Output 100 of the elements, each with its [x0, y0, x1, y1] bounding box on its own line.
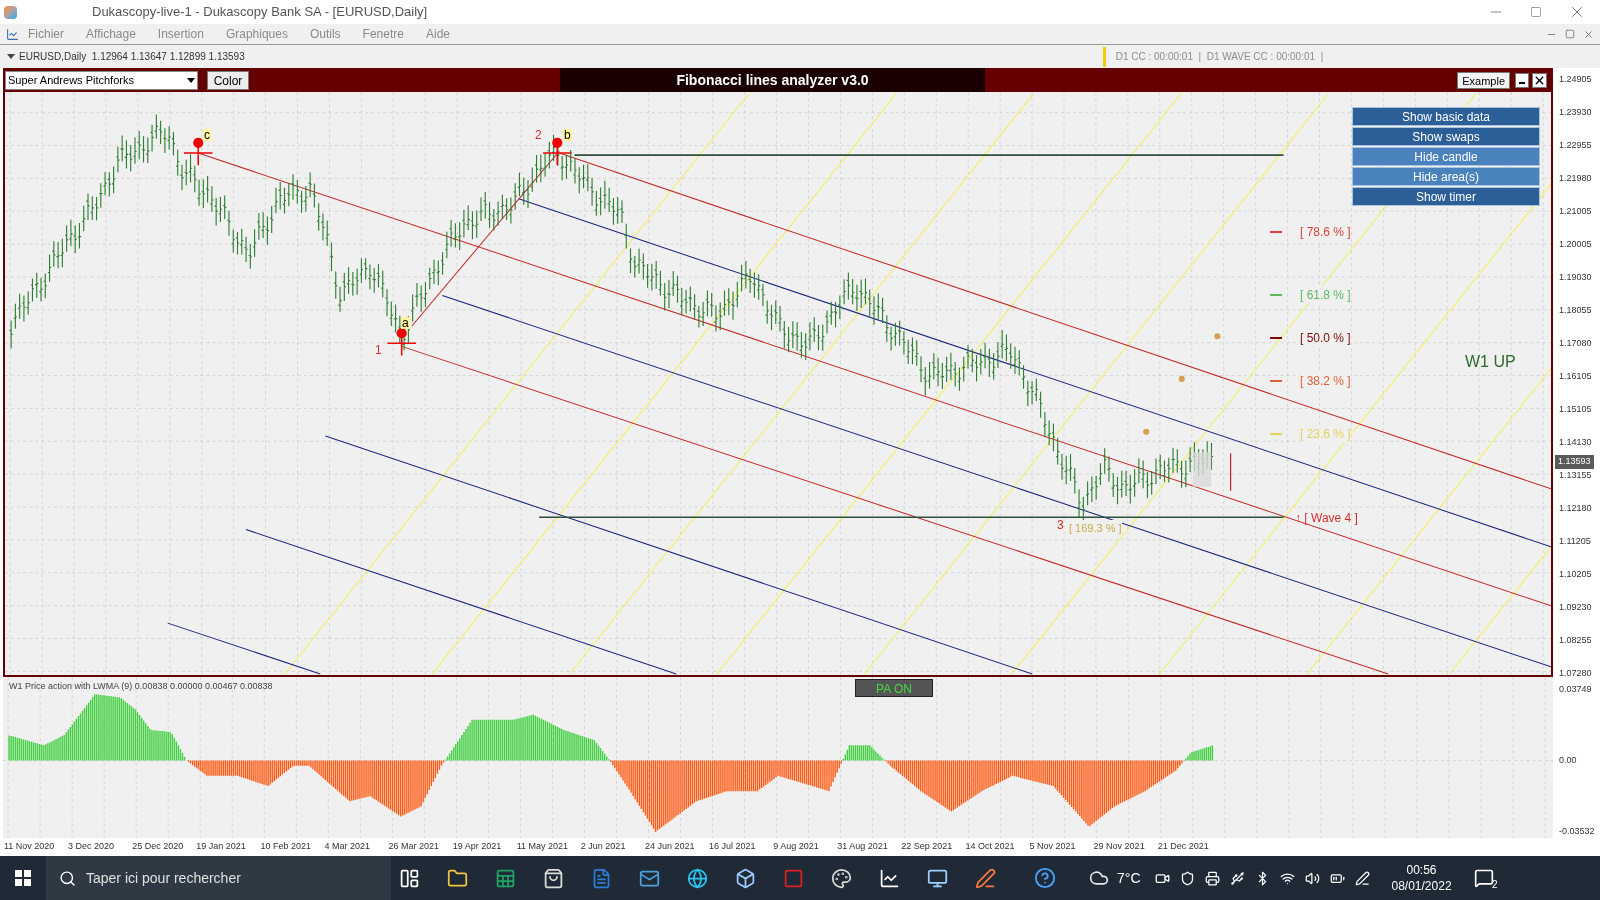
target-dot	[1214, 333, 1221, 340]
folder-icon[interactable]	[447, 867, 468, 889]
panel-button[interactable]: Show swaps	[1352, 127, 1540, 146]
example-button[interactable]: Example	[1457, 71, 1510, 89]
help-icon[interactable]	[1034, 867, 1056, 889]
price-axis-label: 1.09230	[1559, 601, 1592, 614]
search-icon	[59, 869, 76, 887]
collapse-icon[interactable]	[7, 54, 15, 59]
menu-item[interactable]: Affichage	[86, 25, 136, 43]
caret-icon	[187, 77, 195, 83]
date-axis-label: 29 Nov 2021	[1093, 840, 1146, 854]
price-axis-label: 1.24905	[1559, 73, 1592, 86]
tool-dropdown[interactable]: Super Andrews Pitchforks	[5, 70, 198, 90]
store-icon[interactable]	[543, 867, 564, 889]
wave-target-label: ↑ [ Wave 4 ]	[1295, 510, 1358, 527]
pen-icon[interactable]	[975, 867, 996, 889]
task-view-icon[interactable]	[399, 867, 420, 889]
indicator-label: W1 Price action with LWMA (9) 0.00838 0.00000 0.00467 0.00838	[9, 680, 273, 693]
handle-marker[interactable]	[386, 328, 417, 357]
printer-icon[interactable]	[1204, 870, 1220, 886]
handle-marker[interactable]	[183, 137, 214, 167]
pa-toggle-button[interactable]: PA ON	[855, 679, 933, 697]
price-axis-label: 1.07280	[1559, 667, 1592, 680]
clock[interactable]: 00:56 08/01/2022	[1391, 862, 1452, 894]
chart-icon[interactable]	[879, 867, 900, 889]
indicator-axis-label: 0.00	[1559, 754, 1577, 767]
price-axis-label: 1.21005	[1559, 205, 1592, 218]
price-axis-label: 1.16105	[1559, 370, 1592, 383]
app-icon	[4, 5, 17, 19]
window-title: Dukascopy-live-1 - Dukascopy Bank SA - [EURUSD,Daily]	[92, 3, 428, 22]
price-axis-label: 1.14130	[1559, 436, 1592, 449]
price-axis-label: 1.10205	[1559, 568, 1592, 581]
current-price-label: 1.13593	[1555, 455, 1594, 469]
windows-logo-icon[interactable]	[15, 870, 31, 886]
menu-item[interactable]: Fichier	[28, 25, 64, 43]
timer-marker	[1102, 46, 1106, 67]
panel-button[interactable]: Show basic data	[1352, 107, 1540, 126]
panel-button[interactable]: Hide area(s)	[1352, 167, 1540, 186]
date-axis-label: 11 May 2021	[516, 840, 570, 854]
indicator-axis-label: 0.03749	[1559, 683, 1592, 696]
wave-point-label: c	[203, 129, 211, 141]
date-axis-label: 2 Jun 2021	[580, 840, 627, 854]
usb-icon[interactable]	[1229, 870, 1245, 886]
menu-item[interactable]: Aide	[425, 25, 450, 43]
date-axis-label: 19 Apr 2021	[452, 840, 503, 854]
close-icon[interactable]	[1532, 72, 1547, 88]
indicator-axis-label: -0.03532	[1559, 825, 1595, 838]
date-axis-label: 24 Jun 2021	[644, 840, 696, 854]
fib-level-label: [ 50.0 % ]	[1300, 329, 1351, 347]
date-axis-label: 21 Dec 2021	[1157, 840, 1210, 854]
monitor-icon[interactable]	[927, 867, 948, 889]
minimize-icon[interactable]	[1515, 72, 1529, 88]
price-axis-label: 1.08255	[1559, 634, 1592, 647]
date-axis-label: 10 Feb 2021	[260, 840, 312, 854]
restore-icon[interactable]	[1530, 6, 1542, 18]
wave-point-label: 1	[375, 344, 382, 356]
color-button[interactable]: Color	[207, 70, 249, 90]
wave-point-label: 3	[1057, 519, 1064, 531]
date-axis-label: 25 Dec 2020	[132, 840, 185, 854]
menu-item[interactable]: Fenetre	[362, 25, 404, 43]
volume-icon[interactable]	[1304, 870, 1320, 886]
cube-icon[interactable]	[735, 867, 756, 889]
price-axis-label: 1.19030	[1559, 271, 1592, 284]
date-axis-label: 19 Jan 2021	[196, 840, 247, 854]
globe-icon[interactable]	[687, 867, 708, 889]
weather-icon[interactable]	[1089, 868, 1109, 888]
timer-text: D1 CC : 00:00:01 | D1 WAVE CC : 00:00:01 |	[1115, 50, 1324, 64]
wave-point-label: b	[563, 129, 572, 141]
price-axis-label: 1.18055	[1559, 304, 1592, 317]
price-axis-label: 1.20005	[1559, 238, 1592, 251]
price-axis-label: 1.23930	[1559, 106, 1592, 119]
chart-window-icon	[6, 27, 19, 41]
shield-icon[interactable]	[1179, 870, 1195, 886]
handle-marker[interactable]	[542, 137, 573, 167]
date-axis-label: 9 Aug 2021	[773, 840, 820, 854]
price-axis-label: 1.13155	[1559, 469, 1592, 482]
wave-point-label: a	[401, 317, 410, 329]
wave-point-label: 2	[535, 129, 542, 141]
date-axis-label: 14 Oct 2021	[965, 840, 1016, 854]
palette-icon[interactable]	[831, 867, 852, 889]
panel-button[interactable]: Show timer	[1352, 187, 1540, 206]
price-axis-label: 1.12180	[1559, 502, 1592, 515]
notifications-icon[interactable]	[1473, 868, 1494, 888]
date-axis-label: 4 Mar 2021	[324, 840, 371, 854]
wifi-icon[interactable]	[1279, 870, 1295, 886]
menu-item[interactable]: Outils	[309, 25, 341, 43]
document-icon[interactable]	[591, 867, 612, 889]
panel-button[interactable]: Hide candle	[1352, 147, 1540, 166]
date-axis-label: 22 Sep 2021	[901, 840, 954, 854]
symbol-header: EURUSD,Daily 1.12964 1.13647 1.12899 1.13593	[19, 50, 245, 64]
price-axis-label: 1.21980	[1559, 172, 1592, 185]
menu-item[interactable]: Insertion	[157, 25, 204, 43]
search-field[interactable]: Taper ici pour rechercher	[46, 856, 391, 900]
fib-level-label: [ 61.8 % ]	[1300, 286, 1351, 304]
price-axis-label: 1.15105	[1559, 403, 1592, 416]
menu-item[interactable]: Graphiques	[225, 25, 288, 43]
fib-level-label: [ 78.6 % ]	[1300, 223, 1351, 241]
target-dot	[1178, 375, 1185, 382]
spreadsheet-icon[interactable]	[495, 867, 516, 889]
square-icon[interactable]	[783, 867, 804, 889]
